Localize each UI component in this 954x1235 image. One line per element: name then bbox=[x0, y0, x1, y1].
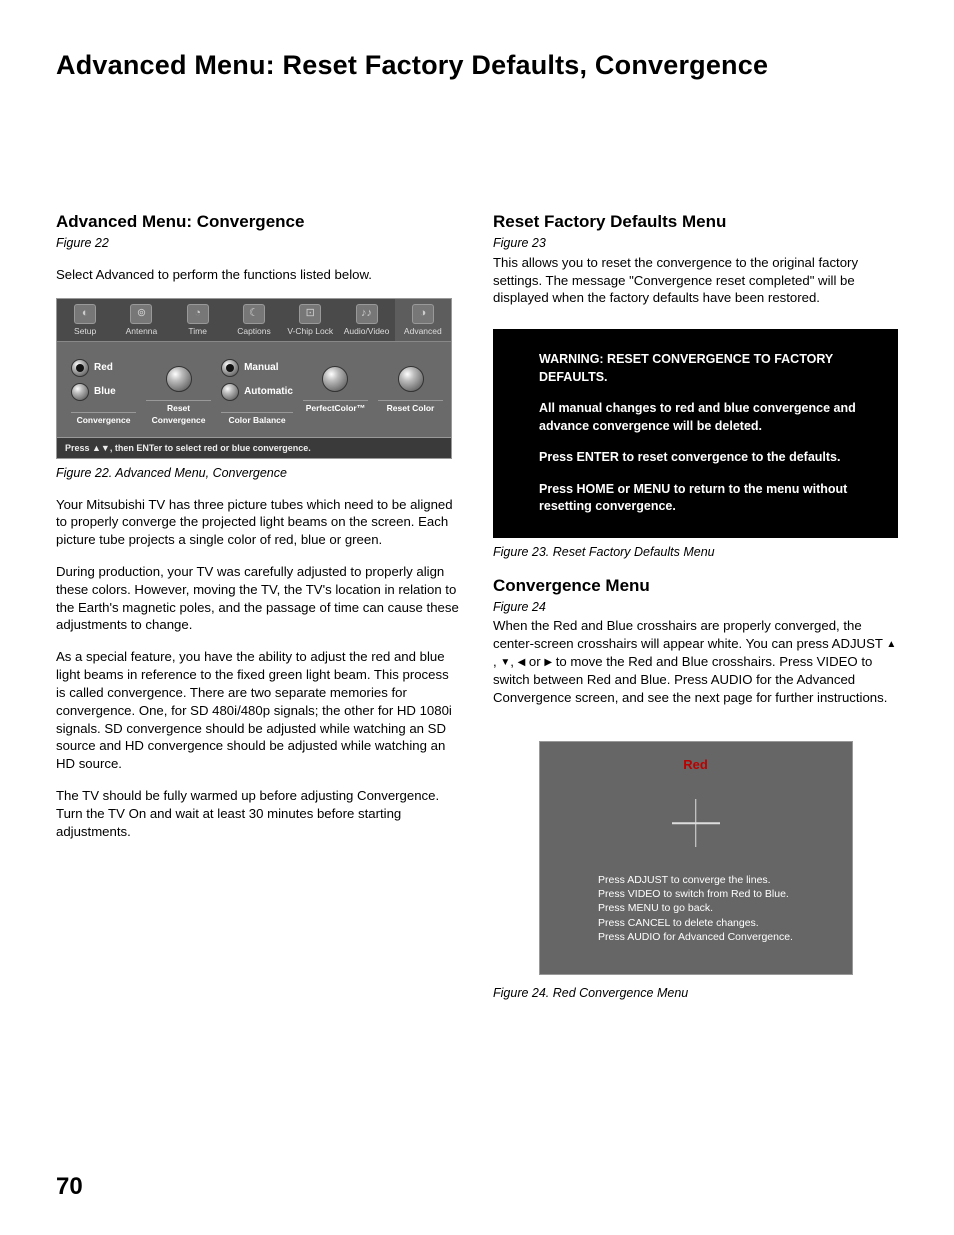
menu-tabbar: ◐ Setup ⊚ Antenna ◔ Time ☾ Captions ⊡ V-Chip … bbox=[57, 299, 451, 342]
warn-line-3: Press ENTER to reset convergence to the … bbox=[539, 449, 874, 467]
tab-antenna[interactable]: ⊚ Antenna bbox=[113, 299, 169, 341]
radio-icon bbox=[221, 383, 239, 401]
radio-label: Blue bbox=[94, 385, 116, 399]
audiovideo-icon: ♪♪ bbox=[356, 304, 378, 324]
warn-line-1: WARNING: RESET CONVERGENCE TO FACTORY DE… bbox=[539, 351, 874, 386]
warn-line-2: All manual changes to red and blue conve… bbox=[539, 400, 874, 435]
knob-icon bbox=[398, 366, 424, 392]
tab-setup[interactable]: ◐ Setup bbox=[57, 299, 113, 341]
figure-22-advanced-menu: ◐ Setup ⊚ Antenna ◔ Time ☾ Captions ⊡ V-Chip … bbox=[56, 298, 452, 459]
subcol-color-balance: Manual Automatic Color Balance bbox=[221, 356, 293, 426]
figure-23-ref: Figure 23 bbox=[493, 235, 898, 252]
figure-24-caption: Figure 24. Red Convergence Menu bbox=[493, 985, 898, 1002]
figure-23-caption: Figure 23. Reset Factory Defaults Menu bbox=[493, 544, 898, 561]
tab-label: Audio/Video bbox=[344, 326, 390, 337]
setup-icon: ◐ bbox=[74, 304, 96, 324]
antenna-icon: ⊚ bbox=[130, 304, 152, 324]
sep-or: or bbox=[525, 654, 544, 669]
advanced-icon: ◑ bbox=[412, 304, 434, 324]
radio-manual[interactable]: Manual bbox=[221, 359, 278, 377]
advanced-subpanel: Red Blue Convergence Reset Convergence M… bbox=[57, 342, 451, 436]
figure-24-ref: Figure 24 bbox=[493, 599, 898, 616]
instr-line: Press CANCEL to delete changes. bbox=[598, 916, 793, 930]
captions-icon: ☾ bbox=[243, 304, 265, 324]
radio-label: Manual bbox=[244, 361, 278, 375]
para-tubes: Your Mitsubishi TV has three picture tub… bbox=[56, 496, 461, 549]
radio-icon bbox=[71, 383, 89, 401]
menu-hint: Press ▲▼, then ENTer to select red or bl… bbox=[57, 437, 451, 458]
subcol-label: Color Balance bbox=[221, 412, 293, 426]
page-number: 70 bbox=[56, 1173, 83, 1201]
convergence-color-label: Red bbox=[683, 756, 708, 774]
subcol-reset-convergence[interactable]: Reset Convergence bbox=[146, 356, 211, 426]
conv-text-b: to move the Red and Blue crosshairs. Pre… bbox=[493, 654, 887, 705]
subcol-label: Reset Convergence bbox=[146, 400, 211, 426]
tab-vchip[interactable]: ⊡ V-Chip Lock bbox=[282, 299, 338, 341]
figure-22-caption: Figure 22. Advanced Menu, Convergence bbox=[56, 465, 461, 482]
para-feature: As a special feature, you have the abili… bbox=[56, 648, 461, 773]
instr-line: Press AUDIO for Advanced Convergence. bbox=[598, 930, 793, 944]
conv-text-a: When the Red and Blue crosshairs are pro… bbox=[493, 618, 886, 651]
convergence-intro: When the Red and Blue crosshairs are pro… bbox=[493, 617, 898, 706]
tab-audiovideo[interactable]: ♪♪ Audio/Video bbox=[338, 299, 394, 341]
subcol-label: Convergence bbox=[71, 412, 136, 426]
tab-time[interactable]: ◔ Time bbox=[170, 299, 226, 341]
tab-label: V-Chip Lock bbox=[287, 326, 333, 337]
tab-label: Captions bbox=[237, 326, 271, 337]
knob-icon bbox=[322, 366, 348, 392]
radio-red[interactable]: Red bbox=[71, 359, 113, 377]
instr-line: Press MENU to go back. bbox=[598, 901, 793, 915]
heading-convergence-menu: Convergence Menu bbox=[493, 575, 898, 598]
subcol-convergence: Red Blue Convergence bbox=[65, 356, 136, 426]
tab-label: Advanced bbox=[404, 326, 442, 337]
figure-22-ref: Figure 22 bbox=[56, 235, 461, 252]
time-icon: ◔ bbox=[187, 304, 209, 324]
tab-label: Time bbox=[188, 326, 207, 337]
heading-advanced-convergence: Advanced Menu: Convergence bbox=[56, 211, 461, 234]
tab-captions[interactable]: ☾ Captions bbox=[226, 299, 282, 341]
subcol-label: Reset Color bbox=[378, 400, 443, 414]
heading-reset-defaults: Reset Factory Defaults Menu bbox=[493, 211, 898, 234]
page-title: Advanced Menu: Reset Factory Defaults, C… bbox=[56, 50, 898, 81]
lock-icon: ⊡ bbox=[299, 304, 321, 324]
instr-line: Press VIDEO to switch from Red to Blue. bbox=[598, 887, 793, 901]
radio-label: Red bbox=[94, 361, 113, 375]
para-warmup: The TV should be fully warmed up before … bbox=[56, 787, 461, 840]
sep: , bbox=[493, 654, 500, 669]
radio-label: Automatic bbox=[244, 385, 293, 399]
crosshair-icon bbox=[672, 799, 720, 847]
subcol-label: PerfectColor™ bbox=[303, 400, 368, 414]
figure-24-convergence-screen: Red Press ADJUST to converge the lines. … bbox=[539, 741, 853, 975]
instr-line: Press ADJUST to converge the lines. bbox=[598, 873, 793, 887]
radio-icon bbox=[71, 359, 89, 377]
down-arrow-icon: ▼ bbox=[500, 656, 510, 670]
left-column: Advanced Menu: Convergence Figure 22 Sel… bbox=[56, 211, 461, 1015]
up-arrow-icon: ▲ bbox=[886, 638, 896, 652]
subcol-perfectcolor[interactable]: PerfectColor™ bbox=[303, 356, 368, 414]
advanced-intro: Select Advanced to perform the functions… bbox=[56, 266, 461, 284]
warn-line-4: Press HOME or MENU to return to the menu… bbox=[539, 481, 874, 516]
radio-blue[interactable]: Blue bbox=[71, 383, 116, 401]
figure-23-warning-box: WARNING: RESET CONVERGENCE TO FACTORY DE… bbox=[493, 329, 898, 538]
tab-label: Setup bbox=[74, 326, 96, 337]
sep: , bbox=[510, 654, 517, 669]
reset-intro: This allows you to reset the convergence… bbox=[493, 254, 898, 307]
right-arrow-icon: ▶ bbox=[544, 656, 552, 670]
tab-label: Antenna bbox=[126, 326, 158, 337]
convergence-instructions: Press ADJUST to converge the lines. Pres… bbox=[598, 873, 793, 944]
para-production: During production, your TV was carefully… bbox=[56, 563, 461, 634]
subcol-reset-color[interactable]: Reset Color bbox=[378, 356, 443, 414]
radio-icon bbox=[221, 359, 239, 377]
tab-advanced[interactable]: ◑ Advanced bbox=[395, 299, 451, 341]
right-column: Reset Factory Defaults Menu Figure 23 Th… bbox=[493, 211, 898, 1015]
knob-icon bbox=[166, 366, 192, 392]
radio-automatic[interactable]: Automatic bbox=[221, 383, 293, 401]
